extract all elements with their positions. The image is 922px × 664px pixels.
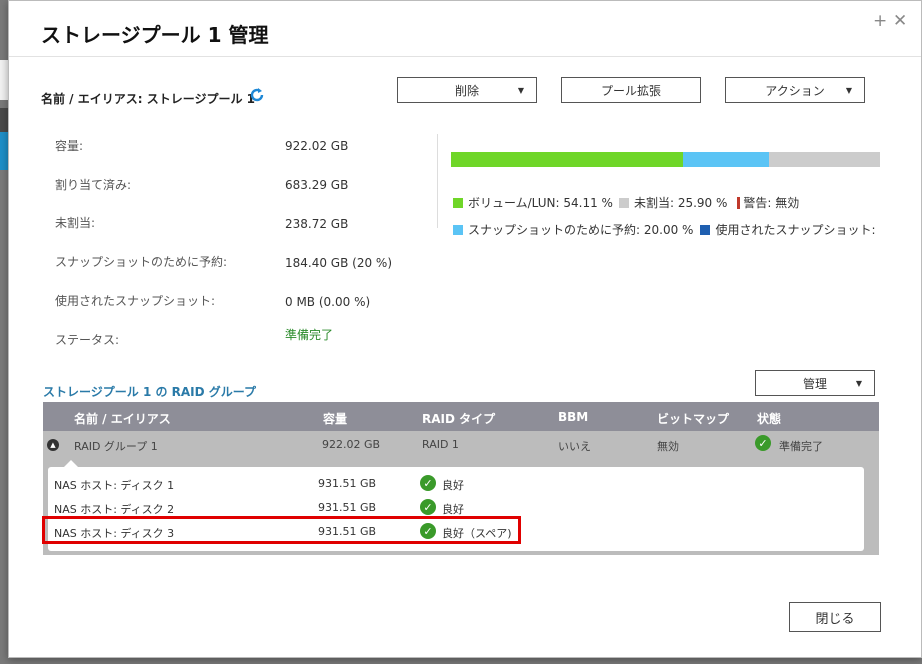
raid-group-title: ストレージプール 1 の RAID グループ [43,385,257,399]
close-button[interactable]: 閉じる [789,602,881,632]
group-capacity: 922.02 GB [322,438,381,451]
unallocated-label: 未割当: [55,216,96,230]
action-label: アクション [765,83,825,98]
expand-pool-label: プール拡張 [600,83,661,98]
allocated-value: 683.29 GB [285,178,349,192]
legend-row-1: ボリューム/LUN: 54.11 % 未割当: 25.90 % 警告: 無効 [453,194,799,211]
info-divider [437,134,438,228]
legend-swatch-warning [737,196,741,209]
delete-button[interactable]: 削除 ▼ [397,77,537,103]
action-button[interactable]: アクション ▼ [725,77,865,103]
header-status[interactable]: 状態 [757,410,781,427]
raid-group-row[interactable]: ▲ RAID グループ 1 922.02 GB RAID 1 いいえ 無効 ✓ … [42,431,879,555]
chevron-down-icon: ▼ [845,85,852,95]
allocated-label: 割り当て済み: [55,178,132,192]
dialog-title: ストレージプール 1 管理 [41,23,269,47]
maximize-icon[interactable]: + [873,11,887,31]
check-circle-icon: ✓ [755,435,771,451]
capacity-label: 容量: [55,139,84,153]
usage-bar-volume [451,152,684,167]
disk-status: 良好 [442,503,464,516]
header-capacity[interactable]: 容量 [323,410,347,427]
close-label: 閉じる [815,611,855,627]
check-circle-icon: ✓ [420,475,436,491]
legend-unallocated: 未割当: 25.90 % [633,196,728,210]
header-name[interactable]: 名前 / エイリアス [74,410,171,427]
expand-pool-button[interactable]: プール拡張 [561,77,701,103]
legend-row-2: スナップショットのために予約: 20.00 % 使用されたスナップショット: [453,221,875,238]
header-bitmap[interactable]: ビットマップ [657,410,729,427]
legend-swatch-unallocated [618,197,629,208]
header-bbm[interactable]: BBM [558,410,588,424]
legend-swatch-snapshot-reserved [453,224,463,235]
snapshot-reserved-value: 184.40 GB (20 %) [285,256,392,270]
snapshot-reserved-label: スナップショットのために予約: [55,255,228,269]
pool-alias: 名前 / エイリアス: ストレージプール 1 [41,92,256,106]
title-divider [9,56,921,57]
group-bitmap: 無効 [657,440,679,453]
disk-capacity: 931.51 GB [318,477,377,490]
legend-used-snapshot: 使用されたスナップショット: [715,223,876,237]
group-status: 準備完了 [779,440,823,453]
manage-button[interactable]: 管理 ▼ [755,370,875,396]
group-bbm: いいえ [558,440,591,453]
legend-swatch-used-snapshot [700,224,711,235]
manage-label: 管理 [802,376,827,391]
delete-label: 削除 [454,83,479,98]
legend-snapshot-reserved: スナップショットのために予約: 20.00 % [468,223,694,237]
close-icon[interactable]: ✕ [893,11,907,31]
header-raid-type[interactable]: RAID タイプ [422,410,495,427]
disk-capacity: 931.51 GB [318,501,377,514]
disk-list-panel: NAS ホスト: ディスク 1 931.51 GB ✓ 良好 NAS ホスト: … [42,460,864,551]
legend-volume: ボリューム/LUN: 54.11 % [468,196,613,210]
disk-status: 良好 [442,479,464,492]
usage-bar-unallocated [768,152,880,167]
check-circle-icon: ✓ [420,499,436,515]
storage-pool-dialog: ストレージプール 1 管理 + ✕ 名前 / エイリアス: ストレージプール 1… [8,0,922,658]
raid-table-header: 名前 / エイリアス 容量 RAID タイプ BBM ビットマップ 状態 [43,402,879,431]
disk-name: NAS ホスト: ディスク 1 [54,479,175,492]
status-label: ステータス: [55,333,120,347]
capacity-value: 922.02 GB [285,139,349,153]
usage-bar [451,152,880,167]
group-raid-type: RAID 1 [422,438,459,451]
panel-pointer [64,460,78,467]
chevron-down-icon: ▼ [517,85,524,95]
used-snapshot-value: 0 MB (0.00 %) [285,295,371,309]
refresh-icon[interactable] [249,87,265,103]
spare-disk-highlight [42,516,521,544]
disk-name: NAS ホスト: ディスク 2 [54,503,175,516]
usage-bar-snapshot-reserved [683,152,769,167]
legend-warning: 警告: 無効 [743,196,800,210]
group-name: RAID グループ 1 [74,440,158,453]
used-snapshot-label: 使用されたスナップショット: [55,294,216,308]
status-value: 準備完了 [285,328,334,342]
chevron-down-icon: ▼ [855,378,862,388]
legend-swatch-volume [453,197,463,208]
unallocated-value: 238.72 GB [285,217,349,231]
collapse-icon[interactable]: ▲ [47,439,59,451]
